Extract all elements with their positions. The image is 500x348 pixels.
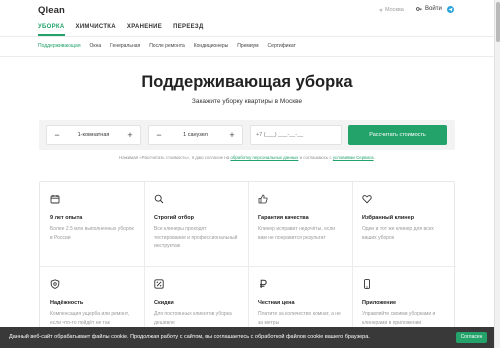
logo[interactable]: Qlean [38,5,65,16]
heart-icon [362,195,372,204]
thumbs-up-icon [258,194,268,204]
service-subnav: Поддерживающая Окна Генеральная После ре… [38,43,296,53]
bathrooms-stepper: − 1 санузел + [148,125,243,145]
feature-title: Приложение [362,300,397,306]
scrollbar-thumb[interactable] [496,2,500,42]
consent-text: и соглашаюсь с [298,155,333,160]
feature-description: Для постоянных клиентов уборка дешевле [154,311,232,326]
scrollbar[interactable] [494,0,500,348]
category-tab[interactable]: ХИМЧИСТКА [76,24,116,36]
feature-title: Гарантия качества [258,215,309,221]
subnav-item[interactable]: Сертификат [268,43,296,53]
rooms-stepper: − 1-комнатная + [46,125,141,145]
subnav-item[interactable]: Премиум [237,43,258,53]
cookie-banner: Данный веб-сайт обрабатывает файлы cooki… [0,327,494,348]
login-label: Войти [425,6,442,12]
feature-description: Управляйте своими уборками и клинерами в… [362,311,436,326]
order-form: − 1-комнатная + − 1 санузел + Рассчитать… [39,120,455,150]
category-tab[interactable]: ХРАНЕНИЕ [127,24,162,36]
consent-text: Нажимая «Рассчитать стоимость», я даю со… [119,155,231,160]
shield-icon [50,279,60,289]
feature-description: Более 2.5 млн выполненных уборок в Росси… [50,226,134,241]
features-grid: 9 лет опыта Более 2.5 млн выполненных уб… [39,181,456,348]
feature-title: Скидки [154,300,174,306]
feature-description: Платите за количество комнат, а не за ме… [258,311,341,326]
city-selector[interactable]: Москва [378,7,404,13]
bathrooms-minus-button[interactable]: − [155,126,163,144]
consent-note: Нажимая «Рассчитать стоимость», я даю со… [0,155,494,160]
feature-card: Избранный клинер Один и тот же клинер дл… [352,182,456,265]
cookie-text: Данный веб-сайт обрабатывает файлы cooki… [9,334,370,340]
feature-card: Гарантия качества Клинер исправит недочё… [248,182,352,265]
city-label: Москва [385,7,404,13]
page-title: Поддерживающая уборка [141,73,353,91]
location-icon [378,8,383,12]
feature-description: Клинер исправит недочёты, если вам не по… [258,226,336,241]
subnav-item[interactable]: Поддерживающая [38,43,81,53]
feature-title: Честная цена [258,300,295,306]
header: Qlean Москва Войти [0,0,494,22]
magnifier-icon [154,194,164,204]
subnav-divider [0,56,494,57]
percent-icon [154,279,164,289]
subnav-item[interactable]: Кондиционеры [194,43,229,53]
calculate-price-button[interactable]: Рассчитать стоимость [348,125,447,145]
bathrooms-plus-button[interactable]: + [228,126,236,144]
feature-card: Строгий отбор Все клинеры проходят тести… [144,182,248,265]
consent-text: . [373,155,375,160]
feature-card: 9 лет опыта Более 2.5 млн выполненных уб… [40,182,144,265]
login-link[interactable]: Войти [416,6,442,12]
feature-description: Один и тот же клинер для всех ваших убор… [362,226,434,241]
nav-divider [0,36,494,37]
subnav-item[interactable]: Окна [90,43,102,53]
rooms-minus-button[interactable]: − [53,126,61,144]
page: Qlean Москва Войти УБОРКА ХИМЧИСТКА ХРАН… [0,0,494,348]
subnav-item[interactable]: Генеральная [110,43,140,53]
bathrooms-value: 1 санузел [183,132,208,138]
terms-link[interactable]: условиями Сервиса [333,155,374,160]
rooms-value: 1-комнатная [77,132,110,138]
feature-description: Все клинеры проходят тестирование и проф… [154,226,238,249]
feature-title: 9 лет опыта [50,215,83,221]
cookie-accept-button[interactable]: Согласен [456,332,487,343]
feature-title: Строгий отбор [154,215,194,221]
telegram-icon[interactable] [447,6,454,13]
feature-description: Компенсация ущерба или ремонт, если что-… [50,311,130,326]
page-subtitle: Закажите уборку квартиры в Москве [191,98,303,105]
calendar-icon [50,195,60,204]
key-icon [416,7,422,11]
active-tab-underline [38,34,65,36]
ruble-icon [260,279,267,288]
feature-title: Надёжность [50,300,84,306]
phone-input[interactable] [250,125,342,145]
phone-icon [364,279,370,289]
feature-title: Избранный клинер [362,215,415,221]
rooms-plus-button[interactable]: + [126,126,134,144]
subnav-item[interactable]: После ремонта [149,43,185,53]
personal-data-link[interactable]: обработку персональных данных [230,155,298,160]
category-tab[interactable]: ПЕРЕЕЗД [173,24,203,36]
